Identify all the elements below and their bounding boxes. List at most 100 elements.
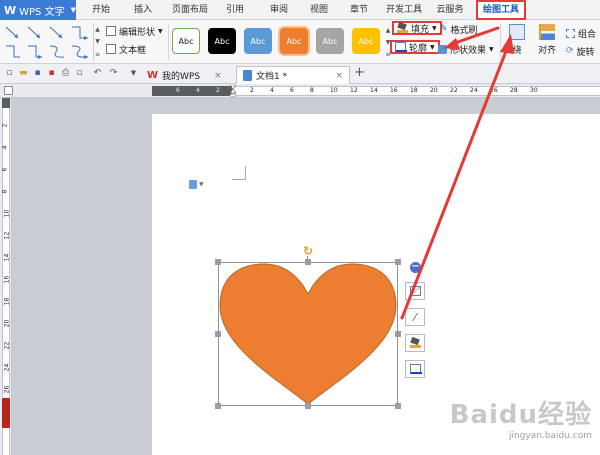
resize-handle[interactable] (305, 259, 311, 265)
app-menu-button[interactable]: W WPS 文字 ▼ (0, 0, 76, 20)
text-box-label: 文本框 (119, 45, 147, 56)
indent-marker-icon[interactable] (230, 85, 236, 97)
outline-pen-icon (395, 42, 407, 52)
chevron-down-icon: ▼ (199, 181, 204, 188)
menu-insert[interactable]: 插入 (130, 0, 156, 20)
shape-style-6[interactable]: Abc (352, 28, 380, 54)
shape-effects-button[interactable]: 形状效果 ▼ (438, 42, 494, 56)
brush-icon: ✎ (440, 24, 448, 34)
resize-handle[interactable] (215, 403, 221, 409)
resize-handle[interactable] (215, 259, 221, 265)
menu-section[interactable]: 章节 (346, 0, 372, 20)
layout-options-button[interactable] (405, 282, 425, 300)
menu-references[interactable]: 引用 (222, 0, 248, 20)
quick-fill-button[interactable] (405, 334, 425, 352)
format-brush-button[interactable]: ✎ 格式刷 (440, 22, 478, 36)
menu-view[interactable]: 视图 (306, 0, 332, 20)
new-tab-icon[interactable]: + (354, 66, 365, 79)
ruler-number: 6 (290, 87, 294, 94)
collapse-icon[interactable]: − (410, 262, 421, 273)
vertical-ruler[interactable]: 246810121416182022242628 (0, 98, 12, 455)
ruler-number: 8 (310, 87, 314, 94)
heart-shape[interactable]: ↻ (215, 245, 401, 409)
edit-shape-icon (106, 26, 116, 36)
menu-page-layout[interactable]: 页面布局 (170, 0, 210, 20)
ruler-number: 2 (216, 87, 220, 94)
pdf-export-icon[interactable]: ▪ (46, 68, 57, 79)
align-button[interactable]: 对齐 (534, 24, 560, 62)
align-label: 对齐 (537, 46, 556, 56)
tab-my-wps[interactable]: W 我的WPS × (140, 66, 229, 84)
ruler-number: 2 (1, 123, 9, 128)
clipboard-icon (189, 180, 197, 189)
outline-button[interactable]: 轮廓 ▼ (390, 40, 440, 54)
ruler-number: 6 (176, 87, 180, 94)
ruler-number: 10 (3, 209, 11, 218)
ruler-number: 18 (3, 297, 11, 306)
align-icon (539, 24, 555, 40)
wps-logo-icon: W (147, 70, 159, 81)
close-icon[interactable]: × (335, 71, 343, 81)
menu-review[interactable]: 审阅 (266, 0, 292, 20)
tab-bar: ▫ ▬ ▪ ▪ ⎙ ▫ ↶ ↷ ▼ W 我的WPS × 文档1 * × + (0, 64, 600, 84)
chevron-down-icon: ▼ (432, 24, 437, 32)
divider (168, 24, 169, 60)
paste-options-button[interactable]: ▼ (189, 180, 204, 189)
ruler-number: 22 (450, 87, 458, 94)
menu-home[interactable]: 开始 (88, 0, 114, 20)
open-folder-icon[interactable]: ▬ (18, 68, 29, 79)
menu-cloud[interactable]: 云服务 (432, 0, 468, 20)
edit-shape-button[interactable]: 编辑形状 ▼ (106, 24, 163, 38)
redo-icon[interactable]: ↷ (108, 68, 119, 79)
ruler-number: 30 (530, 87, 538, 94)
menu-bar: W WPS 文字 ▼ 开始 插入 页面布局 引用 审阅 视图 章节 开发工具 云… (0, 0, 600, 20)
rotate-icon: ⟳ (566, 46, 574, 56)
print-preview-icon[interactable]: ▫ (74, 68, 85, 79)
shape-style-1[interactable]: Abc (172, 28, 200, 54)
resize-handle[interactable] (395, 259, 401, 265)
undo-icon[interactable]: ↶ (92, 68, 103, 79)
chevron-down-icon[interactable]: ▼ (128, 68, 139, 79)
quick-outline-button[interactable] (405, 360, 425, 378)
print-icon[interactable]: ⎙ (60, 68, 71, 79)
tab-document[interactable]: 文档1 * × (236, 66, 350, 84)
resize-handle[interactable] (395, 403, 401, 409)
arrow-shape-gallery[interactable] (4, 24, 92, 60)
edit-points-button[interactable]: ⁄ (405, 308, 425, 326)
resize-handle[interactable] (215, 331, 221, 337)
save-icon[interactable]: ▪ (32, 68, 43, 79)
wrap-text-button[interactable]: 绕 (506, 24, 528, 62)
shape-style-4[interactable]: Abc (280, 28, 308, 54)
rotate-button[interactable]: ⟳ 旋转 (566, 44, 595, 58)
ruler-number: 24 (470, 87, 478, 94)
ruler-number: 28 (510, 87, 518, 94)
wrap-label: 绕 (512, 46, 522, 56)
margin-corner-mark (232, 166, 246, 180)
fill-button[interactable]: 填充 ▼ (392, 21, 442, 35)
resize-handle[interactable] (305, 403, 311, 409)
pencil-icon: ⁄ (414, 310, 416, 324)
ruler-number: 12 (3, 231, 11, 240)
close-icon[interactable]: × (214, 71, 222, 81)
shape-style-5[interactable]: Abc (316, 28, 344, 54)
chevron-down-icon: ▼ (158, 27, 163, 35)
menu-drawing-tools[interactable]: 绘图工具 (476, 0, 526, 20)
resize-handle[interactable] (395, 331, 401, 337)
ruler-margin-left (152, 86, 232, 96)
rotate-handle-icon[interactable]: ↻ (302, 245, 314, 257)
tab-stop-selector[interactable] (4, 86, 13, 95)
watermark-url: jingyan.baidu.com (508, 431, 592, 441)
horizontal-ruler[interactable]: 6 4 2 2 4 6 8 10 12 14 16 18 20 22 24 26 28 30 (0, 84, 600, 98)
outline-pen-icon (409, 364, 422, 374)
ruler-number: 26 (490, 87, 498, 94)
ruler-number: 24 (3, 363, 11, 372)
shape-style-3[interactable]: Abc (244, 28, 272, 54)
group-button[interactable]: 组合 (566, 26, 596, 40)
menu-developer[interactable]: 开发工具 (384, 0, 424, 20)
paint-bucket-icon (397, 23, 408, 33)
shape-style-2[interactable]: Abc (208, 28, 236, 54)
text-box-icon (106, 44, 116, 54)
text-box-button[interactable]: 文本框 (106, 42, 146, 56)
new-doc-icon[interactable]: ▫ (4, 68, 15, 79)
gallery-scroll[interactable]: ▲ ▼ ≡ (93, 23, 101, 61)
